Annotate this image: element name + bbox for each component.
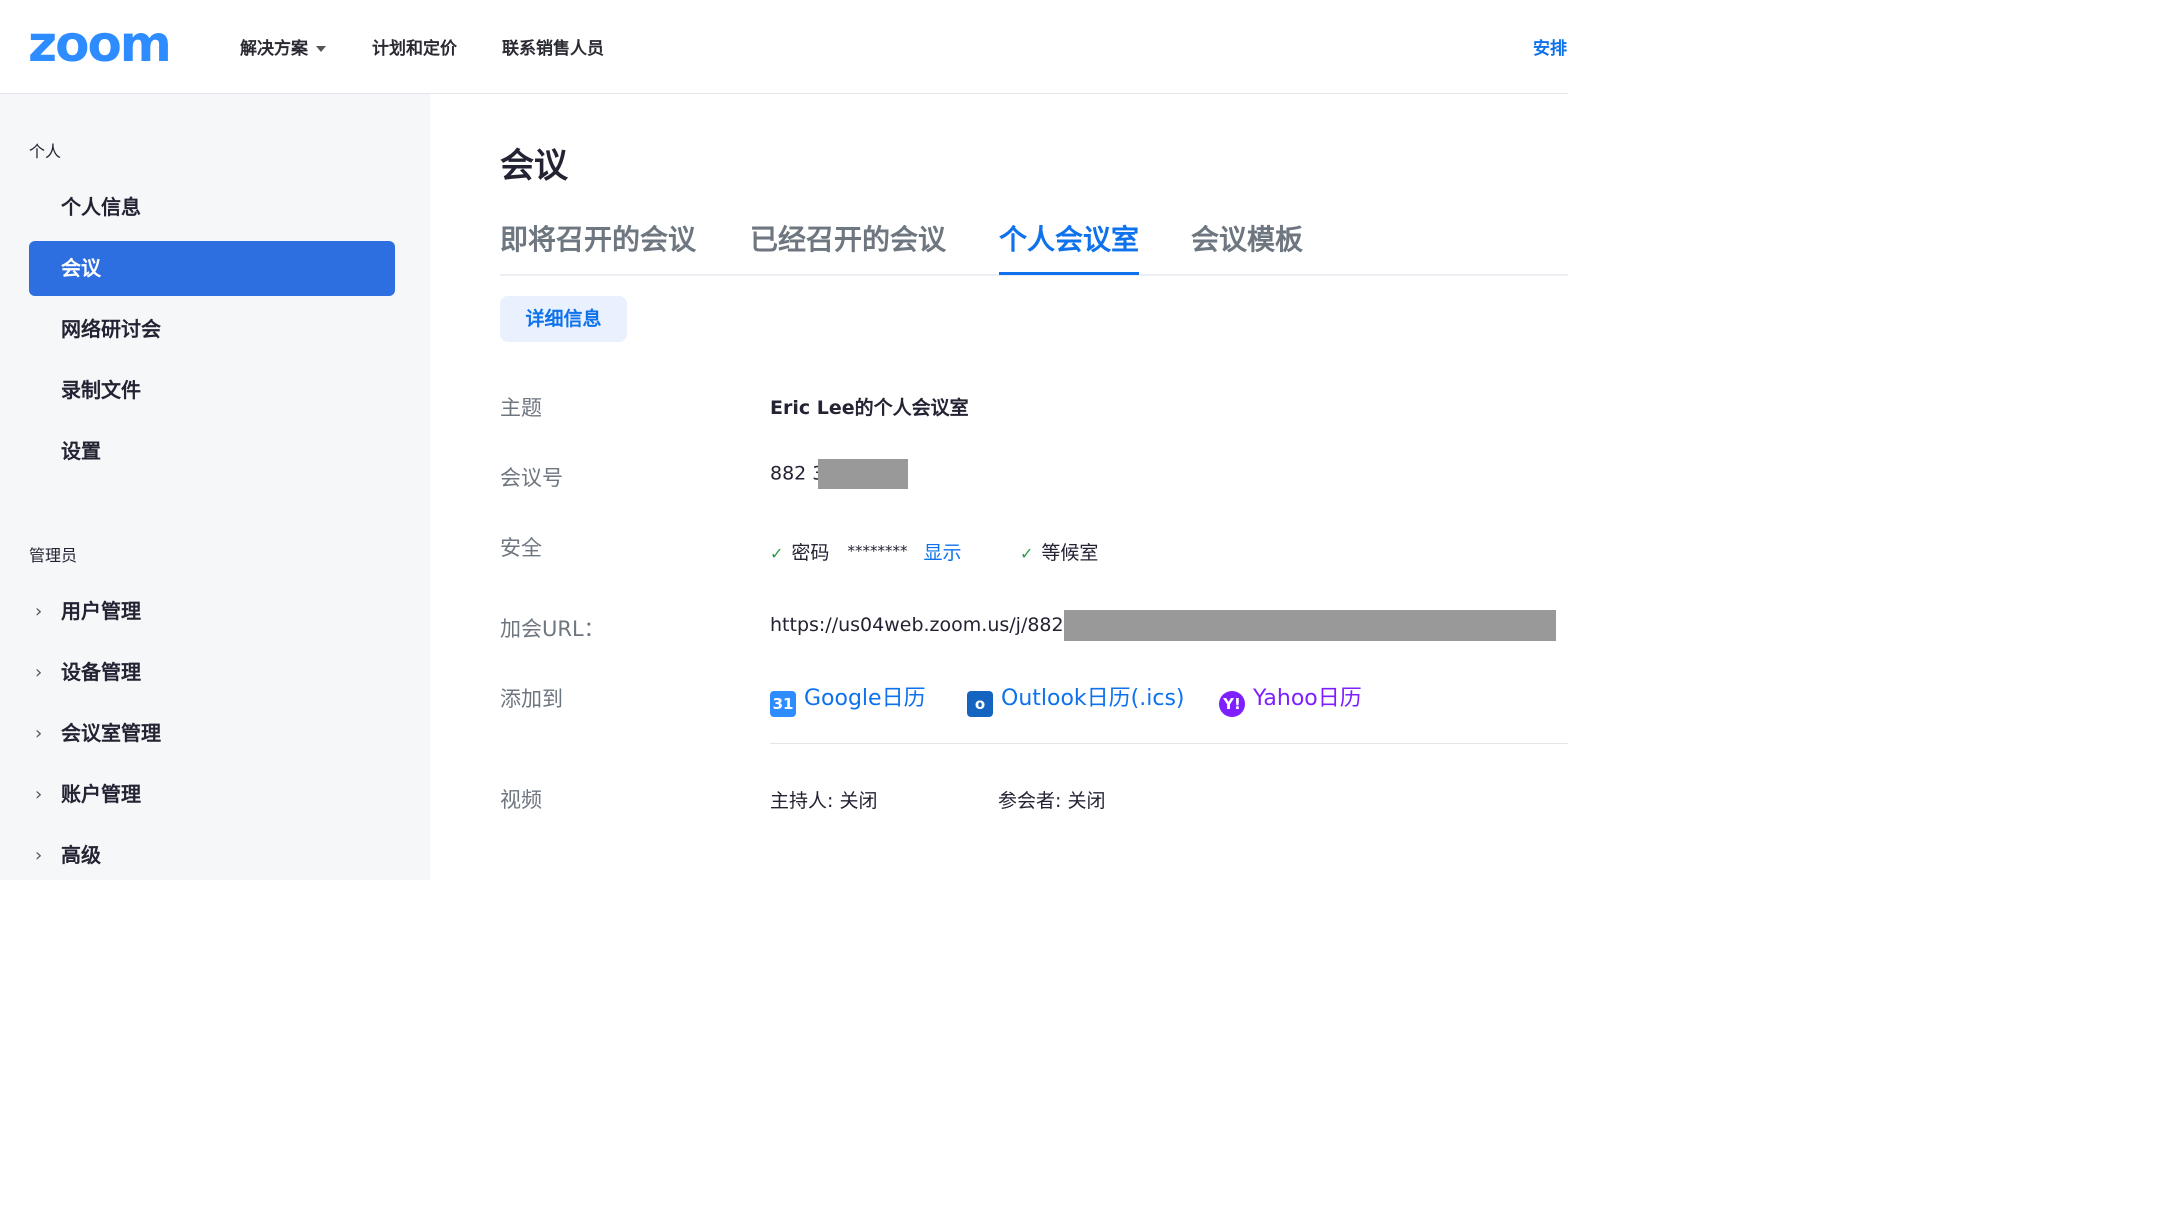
sidebar-item-recordings[interactable]: 录制文件 — [29, 363, 395, 418]
sidebar-item-user-management[interactable]: › 用户管理 — [29, 584, 395, 639]
schedule-meeting-link[interactable]: 安排 — [1533, 34, 1567, 59]
check-icon: ✓ — [1020, 544, 1034, 563]
check-icon: ✓ — [770, 544, 784, 563]
chevron-right-icon: › — [35, 662, 43, 683]
meeting-id-label: 会议号 — [500, 466, 563, 490]
outlook-calendar-label: Outlook日历(.ics) — [1001, 686, 1185, 711]
video-participant-status: 参会者: 关闭 — [998, 790, 1106, 812]
sidebar-item-label: 账户管理 — [61, 782, 141, 806]
sidebar-item-label: 高级 — [61, 843, 101, 867]
chevron-right-icon: › — [35, 601, 43, 622]
sidebar: 个人 个人信息 会议 网络研讨会 录制文件 设置 管理员 › 用户管理 › 设备… — [0, 94, 430, 880]
chevron-right-icon: › — [35, 845, 43, 866]
redaction-block — [818, 459, 909, 489]
calendar-31-icon: 31 — [770, 691, 796, 717]
sidebar-item-account-management[interactable]: › 账户管理 — [29, 767, 395, 822]
join-url-row: https://us04web.zoom.us/j/882 — [770, 610, 1556, 641]
tab-personal-room[interactable]: 个人会议室 — [999, 220, 1140, 275]
sidebar-item-advanced[interactable]: › 高级 — [29, 828, 395, 883]
password-label: 密码 — [791, 542, 830, 564]
main-content: 会议 即将召开的会议 已经召开的会议 个人会议室 会议模板 详细信息 主题 Er… — [430, 94, 1568, 880]
sidebar-section-admin: 管理员 — [29, 546, 78, 565]
yahoo-calendar-link[interactable]: Y! Yahoo日历 — [1219, 680, 1362, 717]
topic-label: 主题 — [500, 396, 542, 420]
video-label: 视频 — [500, 788, 542, 812]
sidebar-item-label: 设备管理 — [61, 660, 141, 684]
yahoo-icon: Y! — [1219, 691, 1245, 717]
redaction-block — [1063, 610, 1556, 641]
waiting-room-label: 等候室 — [1041, 542, 1099, 564]
tab-previous[interactable]: 已经召开的会议 — [750, 220, 946, 272]
meeting-id-value: 882 3 — [770, 462, 825, 485]
chevron-right-icon: › — [35, 784, 43, 805]
sidebar-item-settings[interactable]: 设置 — [29, 424, 395, 479]
caret-down-icon — [316, 46, 326, 52]
meeting-id-row: 882 3 — [770, 459, 909, 489]
security-password-row: ✓ 密码 ******** 显示 — [770, 538, 962, 565]
zoom-logo[interactable]: zoom — [28, 14, 172, 74]
show-password-link[interactable]: 显示 — [924, 542, 962, 564]
join-url-label: 加会URL： — [500, 617, 605, 641]
nav-contact-sales[interactable]: 联系销售人员 — [502, 34, 604, 59]
sidebar-item-meetings[interactable]: 会议 — [29, 241, 395, 296]
google-calendar-link[interactable]: 31 Google日历 — [770, 680, 926, 717]
nav-solutions[interactable]: 解决方案 — [240, 34, 326, 59]
sidebar-item-profile[interactable]: 个人信息 — [29, 180, 395, 235]
meeting-tabs: 即将召开的会议 已经召开的会议 个人会议室 会议模板 — [500, 220, 1568, 276]
sidebar-item-room-management[interactable]: › 会议室管理 — [29, 706, 395, 761]
page-title: 会议 — [500, 146, 568, 186]
password-mask: ******** — [847, 542, 908, 560]
section-divider — [770, 743, 1568, 744]
nav-plans-pricing[interactable]: 计划和定价 — [372, 34, 457, 59]
security-label: 安全 — [500, 536, 542, 560]
chevron-right-icon: › — [35, 723, 43, 744]
sidebar-item-label: 用户管理 — [61, 599, 141, 623]
google-calendar-label: Google日历 — [804, 686, 926, 711]
sidebar-section-personal: 个人 — [29, 142, 62, 161]
join-url-value[interactable]: https://us04web.zoom.us/j/882 — [770, 614, 1064, 636]
topic-value: Eric Lee的个人会议室 — [770, 397, 969, 419]
tab-upcoming[interactable]: 即将召开的会议 — [500, 220, 696, 272]
tab-templates[interactable]: 会议模板 — [1191, 220, 1303, 272]
outlook-calendar-link[interactable]: o Outlook日历(.ics) — [967, 680, 1185, 717]
sidebar-item-webinars[interactable]: 网络研讨会 — [29, 302, 395, 357]
outlook-icon: o — [967, 691, 993, 717]
video-host-status: 主持人: 关闭 — [770, 790, 878, 812]
waiting-room-row: ✓ 等候室 — [1020, 538, 1098, 565]
sidebar-item-label: 会议室管理 — [61, 721, 161, 745]
sidebar-item-device-management[interactable]: › 设备管理 — [29, 645, 395, 700]
add-to-label: 添加到 — [500, 687, 563, 711]
top-navigation-bar: zoom 解决方案 计划和定价 联系销售人员 安排 — [0, 0, 1568, 94]
details-button[interactable]: 详细信息 — [500, 296, 627, 342]
yahoo-calendar-label: Yahoo日历 — [1253, 686, 1362, 711]
nav-solutions-label: 解决方案 — [240, 39, 308, 59]
